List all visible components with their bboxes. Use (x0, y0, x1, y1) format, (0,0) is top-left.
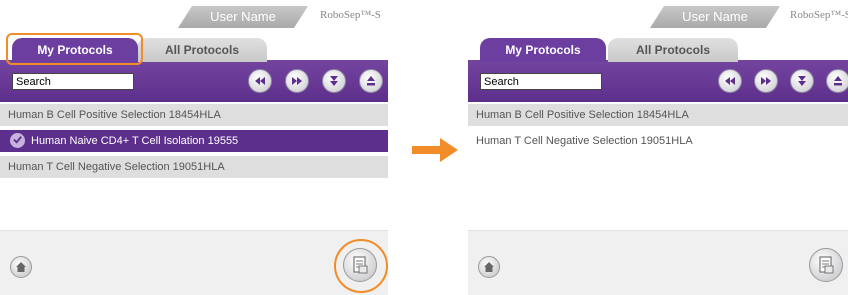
rewind-icon (255, 77, 265, 85)
screen-after: User Name RoboSep™-S My Protocols All Pr… (468, 0, 848, 295)
fast-forward-icon (292, 77, 302, 85)
bottom-bar (0, 230, 388, 295)
brand-label: RoboSep™-S (320, 9, 381, 21)
bottom-bar (468, 230, 848, 295)
highlight-my-protocols-tab (6, 33, 143, 65)
scroll-up-icon (834, 76, 842, 86)
protocol-label: Human Naive CD4+ T Cell Isolation 19555 (31, 135, 239, 147)
user-name-tab[interactable]: User Name (178, 6, 308, 28)
rewind-button[interactable] (248, 69, 272, 93)
tab-all-protocols[interactable]: All Protocols (608, 38, 738, 62)
fast-forward-button[interactable] (285, 69, 309, 93)
protocol-label: Human T Cell Negative Selection 19051HLA (8, 161, 225, 173)
list-item[interactable]: Human T Cell Negative Selection 19051HLA (0, 156, 388, 178)
protocol-document-button[interactable] (809, 248, 843, 282)
list-item[interactable]: Human B Cell Positive Selection 18454HLA (0, 104, 388, 126)
protocol-label: Human T Cell Negative Selection 19051HLA (476, 135, 693, 147)
rewind-icon (725, 77, 735, 85)
fast-forward-button[interactable] (754, 69, 778, 93)
document-icon (819, 256, 834, 274)
fast-forward-icon (761, 77, 771, 85)
toolbar: Search (468, 60, 848, 102)
list-item[interactable]: Human T Cell Negative Selection 19051HLA (468, 130, 848, 152)
tab-my-protocols[interactable]: My Protocols (480, 38, 606, 62)
protocol-label: Human B Cell Positive Selection 18454HLA (476, 109, 689, 121)
home-icon (484, 262, 494, 272)
home-button[interactable] (10, 256, 32, 278)
scroll-up-button[interactable] (359, 69, 383, 93)
scroll-down-button[interactable] (790, 69, 814, 93)
user-name-label: User Name (210, 9, 276, 24)
scroll-up-icon (367, 76, 375, 86)
brand-label: RoboSep™-S (790, 9, 848, 21)
search-input[interactable]: Search (12, 73, 134, 90)
search-input[interactable]: Search (480, 73, 602, 90)
arrow-right-icon (412, 138, 458, 162)
tab-label: All Protocols (164, 43, 239, 57)
scroll-down-icon (330, 76, 338, 86)
tab-label: All Protocols (635, 43, 710, 57)
protocol-label: Human B Cell Positive Selection 18454HLA (8, 109, 221, 121)
toolbar: Search (0, 60, 388, 102)
home-icon (16, 262, 26, 272)
highlight-document-button (334, 239, 388, 293)
rewind-button[interactable] (718, 69, 742, 93)
scroll-down-button[interactable] (322, 69, 346, 93)
scroll-up-button[interactable] (826, 69, 848, 93)
home-button[interactable] (478, 256, 500, 278)
check-icon (10, 132, 25, 148)
list-item[interactable]: Human B Cell Positive Selection 18454HLA (468, 104, 848, 126)
user-name-tab[interactable]: User Name (650, 6, 780, 28)
tab-all-protocols[interactable]: All Protocols (137, 38, 267, 62)
scroll-down-icon (798, 76, 806, 86)
screen-before: User Name RoboSep™-S My Protocols All Pr… (0, 0, 388, 295)
tab-label: My Protocols (505, 43, 581, 57)
user-name-label: User Name (682, 9, 748, 24)
list-item-selected[interactable]: Human Naive CD4+ T Cell Isolation 19555 (0, 130, 388, 152)
